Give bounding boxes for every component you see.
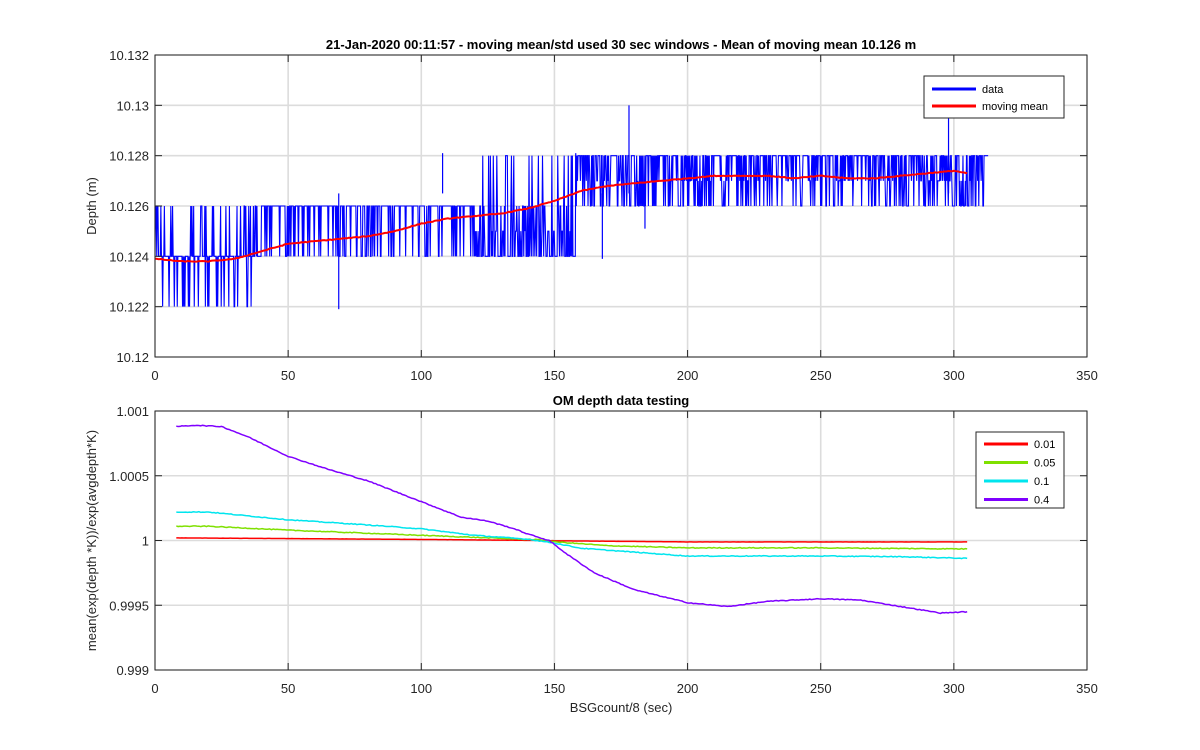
x-tick-label: 0 <box>151 681 158 696</box>
y-tick-label: 1.0005 <box>109 469 149 484</box>
y-tick-label: 10.126 <box>109 199 149 214</box>
x-axis-label: BSGcount/8 (sec) <box>570 700 673 715</box>
x-tick-label: 50 <box>281 368 295 383</box>
legend-label: 0.05 <box>1034 458 1055 470</box>
y-axis-label: Depth (m) <box>84 177 99 235</box>
legend-label: 0.4 <box>1034 495 1049 507</box>
y-tick-label: 10.124 <box>109 249 149 264</box>
y-tick-label: 10.132 <box>109 48 149 63</box>
y-tick-label: 10.128 <box>109 149 149 164</box>
legend-label: 0.1 <box>1034 476 1049 488</box>
x-tick-label: 350 <box>1076 681 1098 696</box>
chart-title: OM depth data testing <box>553 393 690 408</box>
chart-title: 21-Jan-2020 00:11:57 - moving mean/std u… <box>326 37 916 52</box>
x-tick-label: 300 <box>943 681 965 696</box>
x-tick-label: 150 <box>544 368 566 383</box>
legend-label: 0.01 <box>1034 439 1055 451</box>
x-tick-label: 0 <box>151 368 158 383</box>
y-tick-label: 0.999 <box>116 663 149 678</box>
legend: data moving mean <box>923 75 1065 119</box>
chart-panel-2: 0 50 100 150 200 250 300 350 0.999 0.9995 1 1.0005 1… <box>84 393 1098 715</box>
y-axis-label: mean(exp(depth *K))/exp(avgdepth*K) <box>84 430 99 651</box>
x-tick-label: 150 <box>544 681 566 696</box>
x-tick-label: 250 <box>810 368 832 383</box>
x-tick-label: 250 <box>810 681 832 696</box>
x-tick-label: 100 <box>410 368 432 383</box>
x-tick-label: 100 <box>410 681 432 696</box>
x-tick-label: 50 <box>281 681 295 696</box>
chart-panel-1: 0 50 100 150 200 250 300 350 10.12 10.122 10.124 10… <box>84 37 1098 383</box>
y-tick-label: 1 <box>142 534 149 549</box>
legend-label: data <box>982 84 1004 96</box>
y-tick-label: 10.122 <box>109 300 149 315</box>
x-tick-label: 200 <box>677 368 699 383</box>
y-tick-label: 1.001 <box>116 404 149 419</box>
x-tick-label: 200 <box>677 681 699 696</box>
legend: 0.01 0.05 0.1 0.4 <box>975 431 1065 509</box>
y-tick-label: 0.9995 <box>109 598 149 613</box>
x-tick-label: 300 <box>943 368 965 383</box>
x-tick-label: 350 <box>1076 368 1098 383</box>
figure: 0 50 100 150 200 250 300 35010.1210.12210.12410… <box>0 0 1200 750</box>
y-tick-label: 10.12 <box>116 350 149 365</box>
legend-label: moving mean <box>982 101 1048 113</box>
y-tick-label: 10.13 <box>116 98 149 113</box>
